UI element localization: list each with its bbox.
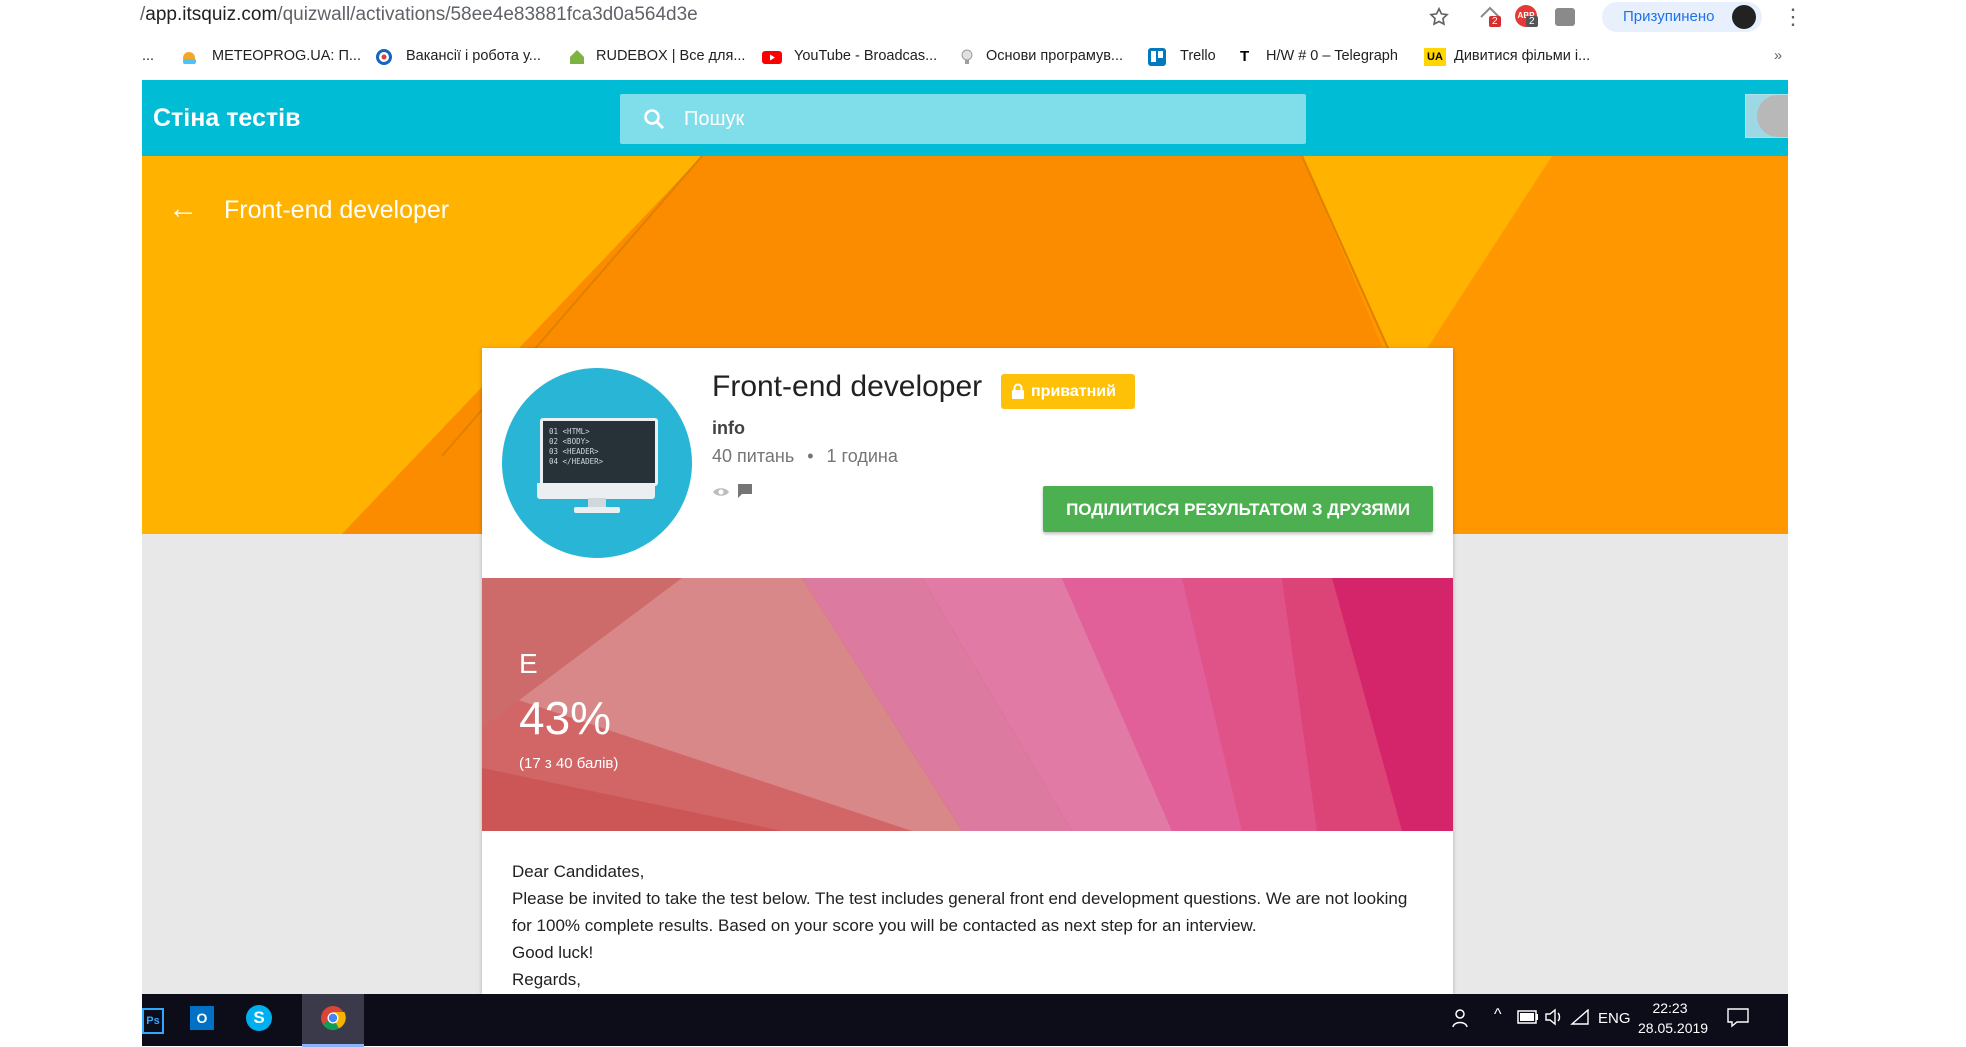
search-input[interactable]: Пошук [684,108,744,131]
people-icon[interactable] [1452,1008,1472,1028]
adblock-badge: 2 [1526,16,1538,27]
back-arrow-icon[interactable]: ← [168,192,198,226]
chrome-app[interactable] [302,994,364,1047]
bookmark-youtube[interactable]: YouTube - Broadcas... [794,48,937,64]
house-icon [568,48,586,66]
clock-date: 28.05.2019 [1638,1020,1709,1036]
bookmarks-overflow[interactable]: » [1774,48,1782,64]
logo-code-line: 02 <BODY> [549,437,590,446]
bookmark-vacancies[interactable]: Вакансії і робота у... [406,48,541,64]
quiz-card: 01 <HTML> 02 <BODY> 03 <HEADER> 04 </HEA… [482,348,1453,994]
browser-menu-icon[interactable]: ⋮ [1782,4,1804,30]
system-clock[interactable]: 22:23 28.05.2019 [1638,998,1709,1038]
quiz-owner[interactable]: info [712,418,745,439]
skype-icon: S [246,1005,272,1031]
monitor-icon: 01 <HTML> 02 <BODY> 03 <HEADER> 04 </HEA… [540,418,658,486]
logo-code-line: 01 <HTML> [549,427,590,436]
result-background [482,578,1453,831]
app-viewport: Стіна тестів Пошук ← Front-end developer… [142,80,1788,994]
description-line: Please be invited to take the test below… [512,889,1408,935]
logo-code-line: 04 </HEADER> [549,457,604,466]
address-bar[interactable]: /app.itsquiz.com/quizwall/activations/58… [140,4,698,26]
telegraph-icon: T [1240,48,1250,65]
bookmarks-bar: ... METEOPROG.UA: П... Вакансії і робота… [0,40,1966,74]
tray-chevron-icon[interactable]: ^ [1494,1006,1502,1024]
logo-code-line: 03 <HEADER> [549,447,599,456]
quiz-meta: 40 питань • 1 година [712,446,898,467]
extension-badge: 2 [1489,16,1501,27]
quiz-title: Front-end developer [712,370,983,403]
result-banner: E 43% (17 з 40 балів) [482,578,1453,831]
description-line: Regards, [512,970,581,989]
quiz-duration: 1 година [826,446,898,466]
share-result-button[interactable]: ПОДІЛИТИСЯ РЕЗУЛЬТАТОМ З ДРУЗЯМИ [1043,486,1433,532]
app-header: Стіна тестів Пошук [142,80,1788,156]
bookmark-films[interactable]: Дивитися фільми і... [1454,48,1590,64]
bookmark-star-icon[interactable] [1428,6,1450,28]
taskbar: Ps O S ^ ENG 22:23 28.05.2019 [142,994,1788,1047]
bookmark-trello[interactable]: Trello [1180,48,1216,64]
bookmark-meteoprog[interactable]: METEOPROG.UA: П... [212,48,361,64]
quiz-logo: 01 <HTML> 02 <BODY> 03 <HEADER> 04 </HEA… [502,368,692,558]
result-percent: 43% [519,692,612,744]
trello-icon [1148,48,1166,66]
search-box[interactable]: Пошук [620,94,1306,144]
private-badge-label: приватний [1031,383,1116,400]
outlook-icon: O [190,1006,214,1030]
photoshop-icon: Ps [142,1008,164,1034]
description-line: Dear Candidates, [512,862,645,881]
meta-separator: • [807,446,814,466]
clock-time: 22:23 [1652,1000,1688,1016]
eye-icon [713,488,729,496]
share-result-label: ПОДІЛИТИСЯ РЕЗУЛЬТАТОМ З ДРУЗЯМИ [1066,500,1410,519]
outlook-app[interactable]: O [170,994,232,1044]
url-path: /quizwall/activations/58ee4e83881fca3d0a… [277,4,698,25]
ua-icon: UA [1424,48,1446,66]
app-title[interactable]: Стіна тестів [153,104,300,133]
lock-extension-icon[interactable] [1555,5,1579,27]
url-host: app.itsquiz.com [145,4,278,25]
notifications-icon[interactable] [1727,1008,1749,1028]
volume-icon[interactable] [1544,1008,1564,1026]
weather-icon [180,48,198,66]
adblock-icon[interactable]: ABP 2 [1515,5,1539,27]
skype-app[interactable]: S [226,994,288,1044]
question-count: 40 питань [712,446,795,466]
comment-icon [738,484,752,498]
page-title: Front-end developer [224,196,450,224]
search-icon [644,109,664,129]
bulb-icon [958,48,976,66]
wifi-icon[interactable] [1570,1009,1590,1025]
private-badge: приватний [1001,374,1135,409]
quiz-description: Dear Candidates, Please be invited to ta… [512,858,1422,993]
bookmark-telegraph[interactable]: H/W # 0 – Telegraph [1266,48,1398,64]
youtube-icon [762,48,782,66]
profile-avatar [1732,5,1756,29]
bookmark-ellipsis[interactable]: ... [142,48,154,64]
battery-icon[interactable] [1517,1010,1539,1024]
profile-label: Призупинено [1623,8,1715,25]
target-icon [375,48,393,66]
bookmark-programming[interactable]: Основи програмув... [986,48,1123,64]
chrome-icon [321,1006,346,1031]
extension-icon[interactable]: 2 [1478,5,1502,27]
browser-toolbar: /app.itsquiz.com/quizwall/activations/58… [0,0,1966,34]
lock-icon [1012,383,1024,399]
language-indicator[interactable]: ENG [1598,1010,1631,1027]
photoshop-app[interactable]: Ps [142,994,164,1044]
description-line: Good luck! [512,943,594,962]
result-grade: E [519,648,538,679]
user-avatar[interactable] [1745,94,1788,138]
bookmark-rudebox[interactable]: RUDEBOX | Все для... [596,48,745,64]
result-score: (17 з 40 балів) [519,755,619,772]
